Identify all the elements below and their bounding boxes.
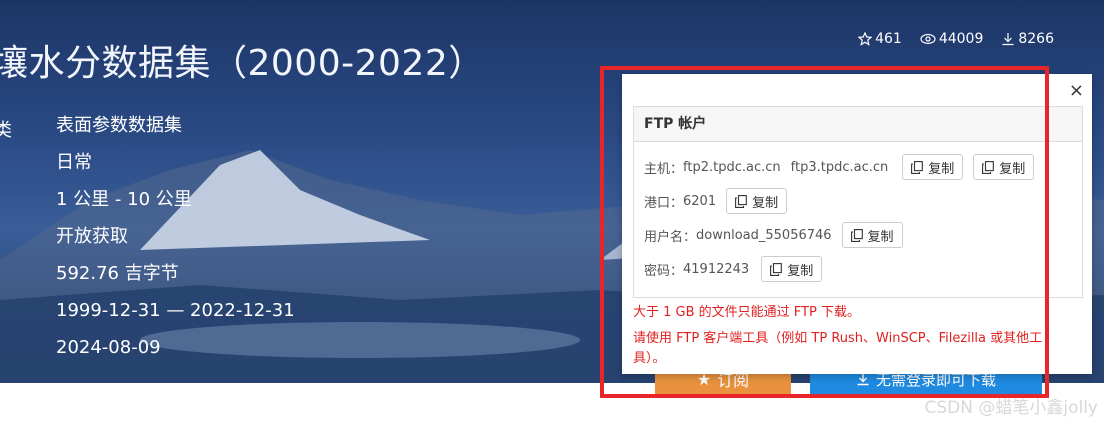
panel-title: FTP 帐户 [634, 107, 1082, 142]
meta-resolution: 1 公里 - 10 公里 [56, 189, 192, 210]
copy-label: 复制 [999, 161, 1026, 177]
copy-port-button[interactable]: 复制 [726, 188, 788, 214]
copy-icon [850, 228, 863, 242]
password-label: 密码： [644, 263, 684, 279]
star-icon [858, 32, 873, 46]
copy-icon [982, 160, 995, 174]
copy-user-button[interactable]: 复制 [841, 222, 903, 248]
meta-size: 592.76 吉字节 [56, 263, 179, 284]
favorites-count: 461 [875, 31, 902, 47]
dataset-title: 壤水分数据集（2000-2022） [0, 43, 485, 84]
user-value: download_55056746 [696, 227, 832, 243]
copy-icon [770, 262, 783, 276]
download-icon [1002, 33, 1014, 46]
ftp-client-hint-line-2: 具）。 [633, 351, 666, 366]
meta-category: 表面参数数据集 [56, 115, 182, 136]
downloads-count: 8266 [1018, 31, 1054, 47]
password-row: 密码： 41912243 复制 [644, 256, 823, 282]
views-count: 44009 [938, 31, 984, 47]
port-value: 6201 [683, 193, 717, 209]
port-label: 港口： [644, 195, 684, 211]
ftp-size-warning: 大于 1 GB 的文件只能通过 FTP 下载。 [633, 305, 860, 320]
ftp-account-panel: FTP 帐户 主机： ftp2.tpdc.ac.cn ftp3.tpdc.ac.… [633, 106, 1083, 298]
ftp-client-hint-line-1: 请使用 FTP 客户端工具（例如 TP Rush、WinSCP、Filezill… [633, 331, 1043, 346]
copy-password-button[interactable]: 复制 [761, 256, 823, 282]
dataset-stats: 461 44009 8266 [858, 31, 1054, 47]
copy-label: 复制 [928, 161, 955, 177]
eye-icon [920, 33, 936, 45]
copy-host-1-button[interactable]: 复制 [902, 154, 964, 180]
copy-icon [911, 160, 924, 174]
copy-label: 复制 [752, 195, 779, 211]
host-value-2: ftp3.tpdc.ac.cn [790, 159, 889, 175]
copy-icon [735, 194, 747, 208]
ftp-modal: × FTP 帐户 主机： ftp2.tpdc.ac.cn ftp3.tpdc.a… [622, 74, 1092, 374]
meta-date: 2024-08-09 [56, 337, 161, 358]
watermark: CSDN @蜡笔小鑫jolly [924, 398, 1098, 418]
user-row: 用户名： download_55056746 复制 [644, 222, 903, 248]
meta-time-range: 1999-12-31 — 2022-12-31 [56, 300, 295, 321]
meta-key-fragment: 类 [0, 120, 12, 141]
meta-frequency: 日常 [56, 152, 92, 173]
copy-label: 复制 [867, 229, 894, 245]
close-icon[interactable]: × [1069, 80, 1084, 101]
downloads-stat: 8266 [1001, 31, 1054, 47]
port-row: 港口： 6201 复制 [644, 188, 788, 214]
meta-access: 开放获取 [56, 226, 128, 247]
copy-label: 复制 [787, 263, 814, 279]
dataset-meta-list: 表面参数数据集 日常 1 公里 - 10 公里 开放获取 592.76 吉字节 … [56, 113, 295, 372]
user-label: 用户名： [644, 229, 697, 245]
views-stat: 44009 [920, 31, 984, 47]
favorites-stat[interactable]: 461 [858, 31, 902, 47]
password-value: 41912243 [683, 261, 750, 277]
host-label: 主机： [644, 161, 684, 177]
copy-host-2-button[interactable]: 复制 [973, 154, 1035, 180]
host-row: 主机： ftp2.tpdc.ac.cn ftp3.tpdc.ac.cn 复制 复… [644, 154, 1035, 180]
host-value-1: ftp2.tpdc.ac.cn [683, 159, 781, 175]
download-icon [857, 373, 869, 386]
